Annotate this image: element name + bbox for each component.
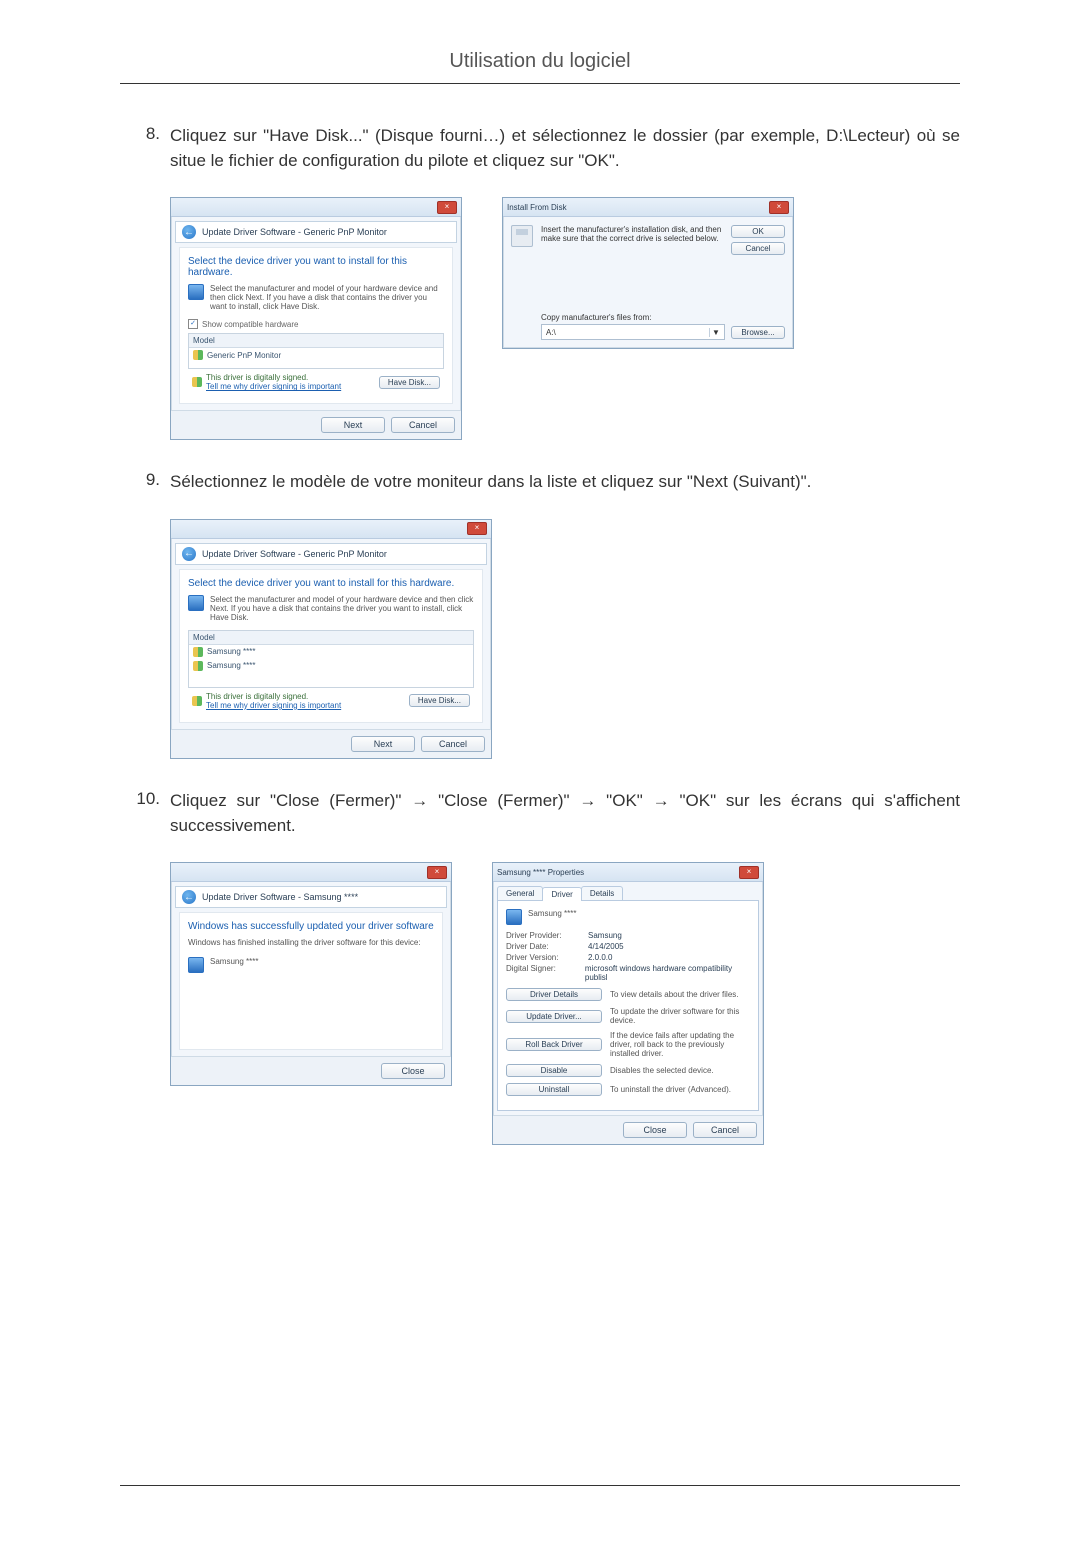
monitor-icon bbox=[188, 957, 204, 973]
monitor-icon bbox=[506, 909, 522, 925]
shield-icon bbox=[193, 661, 203, 671]
list-header: Model bbox=[189, 334, 443, 348]
back-icon[interactable]: ← bbox=[182, 547, 196, 561]
ok-button[interactable]: OK bbox=[731, 225, 785, 238]
show-compatible-label: Show compatible hardware bbox=[202, 320, 299, 329]
step-text-8: Cliquez sur "Have Disk..." (Disque fourn… bbox=[170, 124, 960, 173]
list-item[interactable]: Samsung **** bbox=[189, 659, 473, 673]
driver-details-button[interactable]: Driver Details bbox=[506, 988, 602, 1001]
back-icon[interactable]: ← bbox=[182, 890, 196, 904]
next-button[interactable]: Next bbox=[351, 736, 415, 752]
step-number-8: 8. bbox=[120, 124, 170, 144]
dialog-hint: Select the manufacturer and model of you… bbox=[210, 595, 474, 622]
list-header: Model bbox=[189, 631, 473, 645]
show-compatible-checkbox[interactable]: ✓ bbox=[188, 319, 198, 329]
browse-button[interactable]: Browse... bbox=[731, 326, 785, 339]
update-driver-button[interactable]: Update Driver... bbox=[506, 1010, 602, 1023]
disk-message: Insert the manufacturer's installation d… bbox=[541, 225, 723, 255]
shield-icon bbox=[193, 647, 203, 657]
copy-from-label: Copy manufacturer's files from: bbox=[541, 313, 785, 322]
dialog-install-from-disk: Install From Disk × Insert the manufactu… bbox=[502, 197, 794, 349]
dialog-heading: Select the device driver you want to ins… bbox=[188, 256, 444, 278]
dialog-select-model: × ← Update Driver Software - Generic PnP… bbox=[170, 519, 492, 759]
step-text-10: Cliquez sur "Close (Fermer)" → "Close (F… bbox=[170, 789, 960, 838]
chevron-down-icon[interactable]: ▼ bbox=[709, 328, 722, 337]
drive-combobox[interactable]: A:\ ▼ bbox=[541, 324, 725, 340]
dialog-title: Samsung **** Properties bbox=[497, 868, 584, 877]
step-text-9: Sélectionnez le modèle de votre moniteur… bbox=[170, 470, 960, 495]
step-number-10: 10. bbox=[120, 789, 170, 809]
shield-icon bbox=[193, 350, 203, 360]
shield-icon bbox=[192, 377, 202, 387]
tab-driver[interactable]: Driver bbox=[542, 887, 581, 901]
tab-details[interactable]: Details bbox=[581, 886, 623, 900]
breadcrumb: Update Driver Software - Generic PnP Mon… bbox=[202, 227, 387, 237]
tab-general[interactable]: General bbox=[497, 886, 543, 900]
device-name: Samsung **** bbox=[528, 909, 576, 918]
list-item[interactable]: Samsung **** bbox=[189, 645, 473, 659]
signing-link[interactable]: Tell me why driver signing is important bbox=[206, 701, 341, 710]
shield-icon bbox=[192, 696, 202, 706]
uninstall-button[interactable]: Uninstall bbox=[506, 1083, 602, 1096]
floppy-icon bbox=[511, 225, 533, 247]
roll-back-driver-button[interactable]: Roll Back Driver bbox=[506, 1038, 602, 1051]
breadcrumb: Update Driver Software - Samsung **** bbox=[202, 892, 358, 902]
cancel-button[interactable]: Cancel bbox=[731, 242, 785, 255]
have-disk-button[interactable]: Have Disk... bbox=[409, 694, 470, 707]
have-disk-button[interactable]: Have Disk... bbox=[379, 376, 440, 389]
list-item[interactable]: Generic PnP Monitor bbox=[189, 348, 443, 362]
close-icon[interactable]: × bbox=[427, 866, 447, 879]
dialog-update-success: × ← Update Driver Software - Samsung ***… bbox=[170, 862, 452, 1086]
dialog-properties: Samsung **** Properties × General Driver… bbox=[492, 862, 764, 1145]
back-icon[interactable]: ← bbox=[182, 225, 196, 239]
dialog-subtext: Windows has finished installing the driv… bbox=[188, 938, 434, 947]
disable-button[interactable]: Disable bbox=[506, 1064, 602, 1077]
device-name: Samsung **** bbox=[210, 957, 258, 966]
dialog-title: Install From Disk bbox=[507, 203, 567, 212]
cancel-button[interactable]: Cancel bbox=[391, 417, 455, 433]
dialog-heading: Windows has successfully updated your dr… bbox=[188, 921, 434, 932]
breadcrumb: Update Driver Software - Generic PnP Mon… bbox=[202, 549, 387, 559]
monitor-icon bbox=[188, 595, 204, 611]
cancel-button[interactable]: Cancel bbox=[421, 736, 485, 752]
dialog-update-driver-havedisk: × ← Update Driver Software - Generic PnP… bbox=[170, 197, 462, 440]
page-title: Utilisation du logiciel bbox=[120, 50, 960, 84]
next-button[interactable]: Next bbox=[321, 417, 385, 433]
cancel-button[interactable]: Cancel bbox=[693, 1122, 757, 1138]
signed-label: This driver is digitally signed. bbox=[206, 692, 341, 701]
monitor-icon bbox=[188, 284, 204, 300]
dialog-hint: Select the manufacturer and model of you… bbox=[210, 284, 444, 311]
close-icon[interactable]: × bbox=[467, 522, 487, 535]
signed-label: This driver is digitally signed. bbox=[206, 373, 341, 382]
close-button[interactable]: Close bbox=[381, 1063, 445, 1079]
close-icon[interactable]: × bbox=[437, 201, 457, 214]
dialog-heading: Select the device driver you want to ins… bbox=[188, 578, 474, 589]
signing-link[interactable]: Tell me why driver signing is important bbox=[206, 382, 341, 391]
close-icon[interactable]: × bbox=[769, 201, 789, 214]
step-number-9: 9. bbox=[120, 470, 170, 490]
close-icon[interactable]: × bbox=[739, 866, 759, 879]
close-button[interactable]: Close bbox=[623, 1122, 687, 1138]
